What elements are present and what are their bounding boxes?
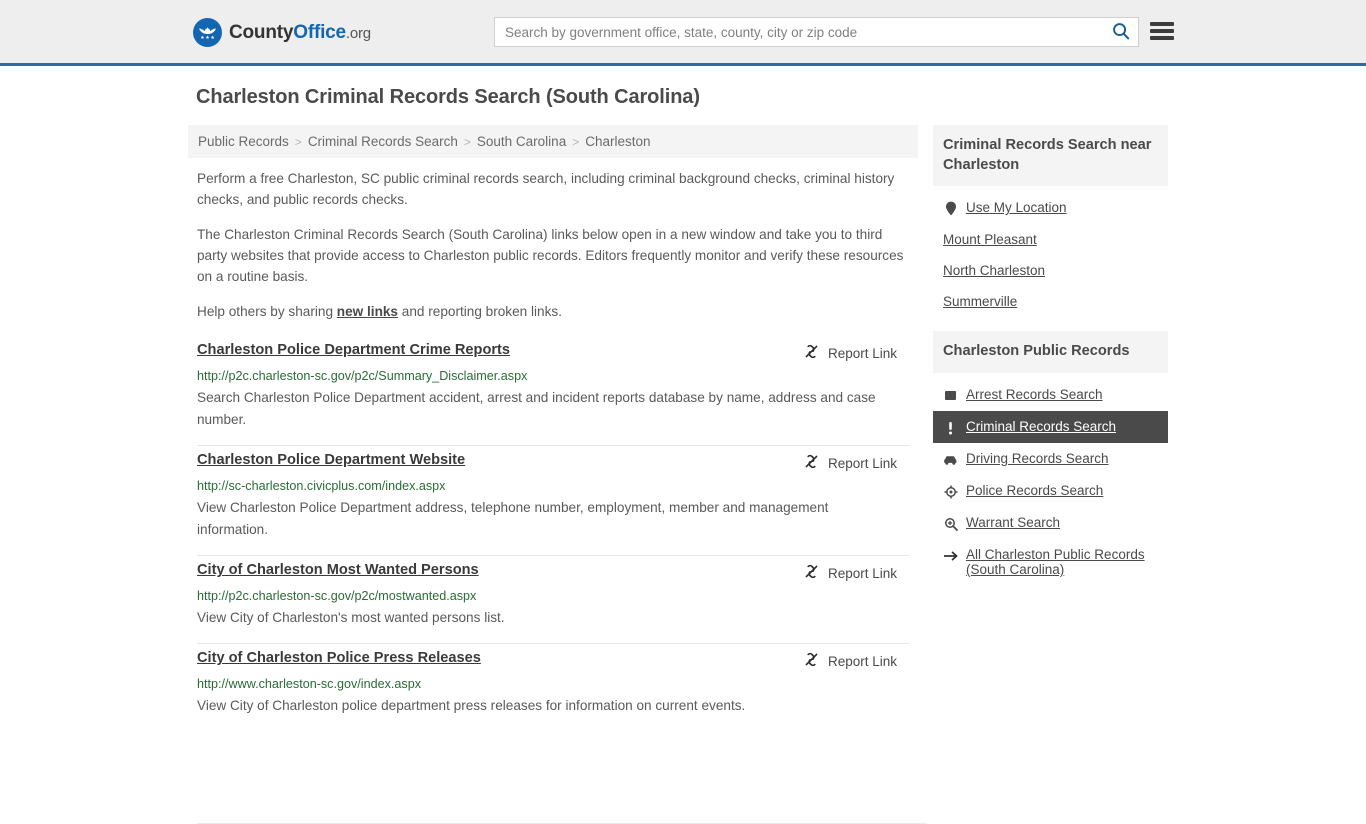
sidebar-nearby-heading: Criminal Records Search near Charleston (933, 125, 1168, 187)
sidebar-item-label: Arrest Records Search (966, 387, 1103, 403)
sidebar-item-label: All Charleston Public Records (South Car… (966, 547, 1145, 578)
main-content: Public Records > Criminal Records Search… (188, 125, 918, 731)
result-item: Charleston Police Department Website Rep… (197, 446, 909, 557)
sidebar-item-warrant-search[interactable]: Warrant Search (933, 507, 1168, 539)
page-body: Charleston Criminal Records Search (Sout… (0, 66, 1366, 824)
intro-paragraph-2: The Charleston Criminal Records Search (… (197, 227, 904, 285)
result-url[interactable]: http://www.charleston-sc.gov/index.aspx (197, 677, 909, 691)
sidebar: Criminal Records Search near Charleston … (933, 125, 1168, 599)
breadcrumb-item-charleston: Charleston (585, 134, 651, 149)
search-button[interactable] (1104, 18, 1138, 46)
search-bar[interactable] (494, 17, 1139, 47)
breadcrumb: Public Records > Criminal Records Search… (188, 125, 918, 158)
police-badge-icon (943, 484, 958, 499)
sidebar-item-criminal-records-search[interactable]: Criminal Records Search (933, 411, 1168, 444)
sidebar-item-label: Driving Records Search (966, 451, 1109, 467)
sidebar-public-records-box: Charleston Public Records Arrest Records… (933, 331, 1168, 585)
broken-link-icon (803, 563, 820, 583)
sidebar-item-label: Police Records Search (966, 483, 1104, 499)
sidebar-item-label: Criminal Records Search (966, 419, 1117, 435)
results-list: Charleston Police Department Crime Repor… (188, 336, 918, 731)
search-icon (1112, 22, 1130, 43)
breadcrumb-item-public-records[interactable]: Public Records (198, 134, 289, 149)
arrow-right-icon (943, 548, 958, 563)
report-link-button[interactable]: Report Link (803, 562, 897, 583)
sidebar-item-label: Warrant Search (966, 515, 1061, 531)
hamburger-menu-icon[interactable] (1150, 20, 1174, 42)
result-title[interactable]: Charleston Police Department Website (197, 452, 465, 468)
eagle-emblem-icon (193, 18, 222, 47)
search-input[interactable] (495, 19, 1104, 45)
sidebar-item-use-my-location[interactable]: Use My Location (933, 192, 1168, 224)
broken-link-icon (803, 453, 820, 473)
report-link-label: Report Link (827, 653, 897, 669)
result-item: Charleston Police Department Crime Repor… (197, 336, 909, 447)
intro-paragraph-3-before: Help others by sharing (197, 304, 337, 320)
result-title[interactable]: Charleston Police Department Crime Repor… (197, 342, 510, 358)
result-description: View City of Charleston police departmen… (197, 698, 746, 714)
result-description: View Charleston Police Department addres… (197, 500, 829, 538)
breadcrumb-separator: > (294, 134, 302, 149)
intro-paragraph-1: Perform a free Charleston, SC public cri… (197, 171, 895, 208)
result-description: View City of Charleston's most wanted pe… (197, 610, 505, 626)
hamburger-bar (1150, 36, 1174, 40)
broken-link-icon (803, 651, 820, 671)
result-url[interactable]: http://p2c.charleston-sc.gov/p2c/Summary… (197, 369, 909, 383)
logo-text-county: County (229, 21, 294, 43)
hamburger-bar (1150, 22, 1174, 26)
result-item: City of Charleston Most Wanted Persons R… (197, 556, 909, 645)
sidebar-item-north-charleston[interactable]: North Charleston (933, 255, 1168, 286)
breadcrumb-item-south-carolina[interactable]: South Carolina (477, 134, 566, 149)
car-icon (943, 452, 958, 467)
logo-text-org: .org (345, 24, 371, 42)
result-item: City of Charleston Police Press Releases (197, 644, 909, 731)
intro-paragraph-3: Help others by sharing new links and rep… (197, 301, 909, 322)
intro-text: Perform a free Charleston, SC public cri… (188, 168, 918, 322)
result-description: Search Charleston Police Department acci… (197, 390, 876, 428)
page-title: Charleston Criminal Records Search (Sout… (196, 86, 700, 108)
broken-link-icon (803, 343, 820, 363)
sidebar-item-police-records-search[interactable]: Police Records Search (933, 475, 1168, 507)
exclamation-icon (943, 420, 958, 435)
sidebar-item-label: Mount Pleasant (943, 232, 1037, 248)
report-link-label: Report Link (827, 565, 897, 581)
magnifier-plus-icon (943, 516, 958, 531)
map-pin-icon (943, 201, 958, 216)
result-url[interactable]: http://sc-charleston.civicplus.com/index… (197, 479, 909, 493)
sidebar-nearby-box: Criminal Records Search near Charleston … (933, 125, 1168, 317)
hamburger-bar (1150, 29, 1174, 33)
site-header: CountyOffice.org (0, 0, 1366, 66)
breadcrumb-separator: > (463, 134, 471, 149)
sidebar-item-label: Summerville (943, 294, 1018, 310)
intro-paragraph-3-after: and reporting broken links. (398, 304, 562, 320)
report-link-label: Report Link (827, 345, 897, 361)
report-link-button[interactable]: Report Link (803, 650, 897, 671)
breadcrumb-item-criminal-records-search[interactable]: Criminal Records Search (308, 134, 458, 149)
sidebar-public-records-heading: Charleston Public Records (933, 331, 1168, 374)
sidebar-item-driving-records-search[interactable]: Driving Records Search (933, 443, 1168, 475)
sidebar-item-label: Use My Location (966, 200, 1067, 216)
result-title[interactable]: City of Charleston Most Wanted Persons (197, 562, 479, 578)
logo-text-office: Office (293, 21, 346, 43)
square-icon (943, 388, 958, 403)
report-link-button[interactable]: Report Link (803, 342, 897, 363)
sidebar-item-summerville[interactable]: Summerville (933, 286, 1168, 317)
site-logo-text: CountyOffice.org (229, 22, 371, 44)
site-logo[interactable]: CountyOffice.org (193, 18, 371, 47)
sidebar-item-arrest-records-search[interactable]: Arrest Records Search (933, 379, 1168, 411)
result-url[interactable]: http://p2c.charleston-sc.gov/p2c/mostwan… (197, 589, 909, 603)
sidebar-item-label: North Charleston (943, 263, 1046, 279)
breadcrumb-separator: > (572, 134, 580, 149)
report-link-label: Report Link (827, 455, 897, 471)
new-links-link[interactable]: new links (337, 304, 398, 319)
sidebar-item-all-public-records[interactable]: All Charleston Public Records (South Car… (933, 539, 1168, 585)
result-title[interactable]: City of Charleston Police Press Releases (197, 650, 481, 666)
sidebar-item-mount-pleasant[interactable]: Mount Pleasant (933, 224, 1168, 255)
report-link-button[interactable]: Report Link (803, 452, 897, 473)
